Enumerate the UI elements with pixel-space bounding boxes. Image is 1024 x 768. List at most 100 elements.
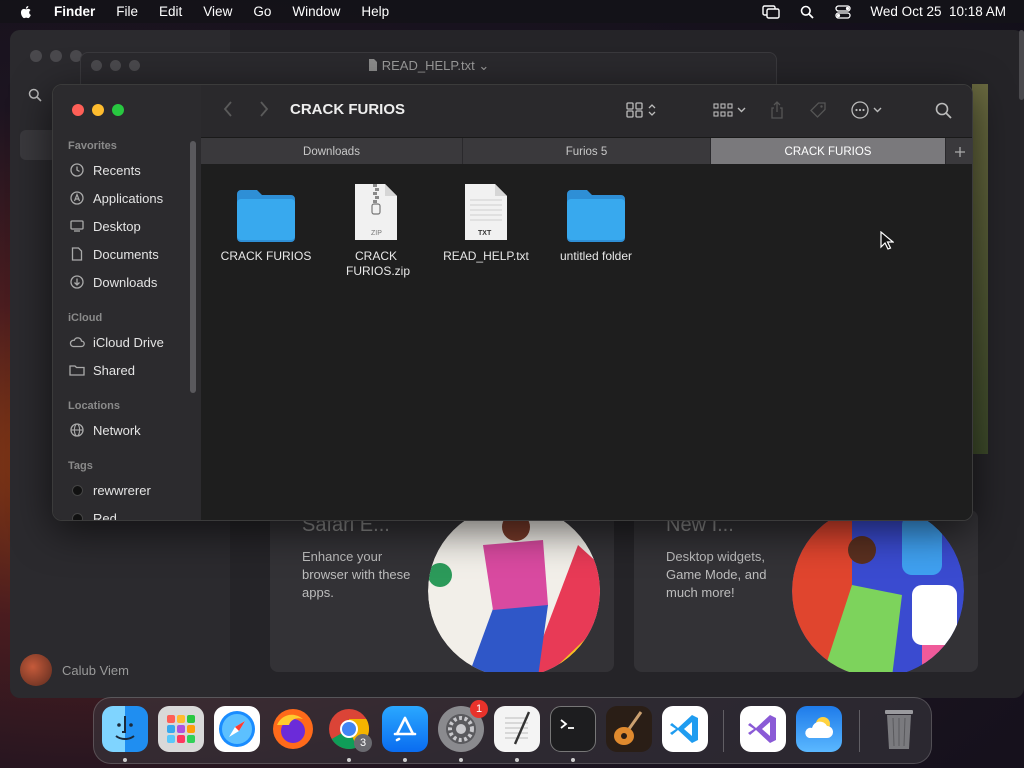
background-search-icon[interactable] bbox=[28, 88, 42, 105]
back-button[interactable] bbox=[223, 101, 233, 122]
menu-go[interactable]: Go bbox=[253, 4, 271, 19]
dock-system-settings[interactable]: 1 bbox=[438, 700, 488, 752]
dock-garageband[interactable] bbox=[606, 706, 652, 752]
search-button[interactable] bbox=[935, 101, 952, 119]
file-item-read-help-txt[interactable]: READ_HELP.txt bbox=[431, 178, 541, 264]
share-button[interactable] bbox=[769, 101, 785, 119]
file-label: CRACK FURIOS.zip bbox=[346, 249, 411, 278]
txt-badge-text: TXT bbox=[478, 230, 492, 237]
menu-view[interactable]: View bbox=[203, 4, 232, 19]
sidebar-item-recents[interactable]: Recents bbox=[69, 162, 141, 178]
sidebar-item-label: iCloud Drive bbox=[93, 334, 164, 350]
dock-finder[interactable] bbox=[102, 706, 148, 752]
view-mode-button[interactable] bbox=[626, 101, 656, 119]
globe-icon bbox=[69, 422, 85, 438]
file-item-untitled-folder[interactable]: untitled folder bbox=[541, 178, 651, 264]
sidebar-item-network[interactable]: Network bbox=[69, 422, 141, 438]
menu-file[interactable]: File bbox=[116, 4, 138, 19]
dock-visual-studio-code[interactable] bbox=[662, 706, 708, 752]
file-item-crack-furios-zip[interactable]: CRACK FURIOS.zip bbox=[321, 178, 431, 279]
file-item-crack-furios-folder[interactable]: CRACK FURIOS bbox=[211, 178, 321, 264]
close-button[interactable] bbox=[72, 104, 84, 116]
sidebar-item-downloads[interactable]: Downloads bbox=[69, 274, 157, 290]
sidebar-tag-red[interactable]: Red bbox=[69, 510, 117, 520]
tag-button[interactable] bbox=[809, 101, 827, 119]
screen-mirroring-icon[interactable] bbox=[762, 4, 781, 19]
finder-icon bbox=[115, 716, 135, 740]
download-icon bbox=[69, 274, 85, 290]
dock-visual-studio[interactable] bbox=[740, 706, 786, 752]
apple-menu-icon[interactable] bbox=[18, 4, 34, 20]
sidebar-item-label: Recents bbox=[93, 162, 141, 178]
tab-crack-furios[interactable]: CRACK FURIOS bbox=[711, 138, 946, 165]
chrome-window-count-badge: 3 bbox=[354, 734, 372, 752]
terminal-icon bbox=[560, 719, 574, 729]
sidebar-item-documents[interactable]: Documents bbox=[69, 246, 159, 262]
running-indicator bbox=[515, 758, 519, 762]
sidebar-item-applications[interactable]: Applications bbox=[69, 190, 163, 206]
sidebar-section-icloud: iCloud bbox=[68, 312, 103, 324]
promo-art-image bbox=[792, 510, 964, 672]
finder-window[interactable]: Favorites Recents Applications Desktop D… bbox=[52, 84, 973, 521]
control-center-icon[interactable] bbox=[834, 4, 852, 19]
zoom-button[interactable] bbox=[112, 104, 124, 116]
spotlight-search-icon[interactable] bbox=[798, 5, 816, 19]
menu-help[interactable]: Help bbox=[361, 4, 389, 19]
minimize-button[interactable] bbox=[92, 104, 104, 116]
sidebar-scrollbar[interactable] bbox=[190, 141, 196, 393]
tab-bar: Downloads Furios 5 CRACK FURIOS bbox=[201, 137, 972, 165]
settings-notification-badge: 1 bbox=[470, 700, 488, 718]
desktop-scrollbar[interactable] bbox=[1019, 30, 1024, 100]
running-indicator bbox=[571, 758, 575, 762]
tab-furios-5[interactable]: Furios 5 bbox=[463, 138, 711, 165]
dock-firefox[interactable] bbox=[270, 706, 316, 752]
sidebar-item-label: Shared bbox=[93, 362, 135, 378]
dock-weather[interactable] bbox=[796, 706, 842, 752]
background-user[interactable]: Calub Viem bbox=[20, 654, 129, 686]
dock-app-store[interactable] bbox=[382, 706, 428, 752]
running-indicator bbox=[347, 758, 351, 762]
sidebar-item-label: Documents bbox=[93, 246, 159, 262]
running-indicator bbox=[459, 758, 463, 762]
group-button[interactable] bbox=[713, 101, 746, 119]
more-icon bbox=[851, 101, 869, 119]
tab-downloads[interactable]: Downloads bbox=[201, 138, 463, 165]
menubar-clock[interactable]: Wed Oct 25 10:18 AM bbox=[870, 4, 1006, 19]
sidebar-tag-rewwrerer[interactable]: rewwrerer bbox=[69, 482, 151, 498]
document-icon bbox=[368, 59, 377, 71]
file-area[interactable]: CRACK FURIOS CRACK FURIOS.zip READ_HELP.… bbox=[201, 164, 972, 520]
dock-terminal[interactable] bbox=[550, 706, 596, 752]
forward-button[interactable] bbox=[259, 101, 269, 122]
menu-edit[interactable]: Edit bbox=[159, 4, 182, 19]
sidebar-item-shared[interactable]: Shared bbox=[69, 362, 135, 378]
shared-folder-icon bbox=[69, 362, 85, 378]
folder-icon bbox=[237, 190, 295, 242]
avatar bbox=[20, 654, 52, 686]
icon-view-icon bbox=[626, 102, 643, 118]
menu-app-name[interactable]: Finder bbox=[54, 4, 95, 19]
dock: 3 1 bbox=[93, 697, 932, 764]
file-label: CRACK FURIOS bbox=[220, 249, 312, 263]
editor-title[interactable]: READ_HELP.txt ⌄ bbox=[81, 58, 776, 74]
cloud-icon bbox=[69, 334, 85, 350]
new-tab-button[interactable] bbox=[946, 138, 972, 165]
dock-textedit[interactable] bbox=[494, 706, 540, 752]
dock-safari[interactable] bbox=[214, 706, 260, 752]
background-window-controls bbox=[30, 50, 82, 62]
dock-chrome[interactable]: 3 bbox=[326, 706, 372, 752]
safari-icon bbox=[219, 711, 255, 747]
action-menu-button[interactable] bbox=[851, 101, 882, 119]
dock-launchpad[interactable] bbox=[158, 706, 204, 752]
sidebar-item-desktop[interactable]: Desktop bbox=[69, 218, 141, 234]
menu-window[interactable]: Window bbox=[292, 4, 340, 19]
vscode-icon bbox=[670, 715, 698, 743]
group-icon bbox=[713, 103, 733, 117]
user-name: Calub Viem bbox=[62, 662, 129, 678]
sidebar-item-icloud-drive[interactable]: iCloud Drive bbox=[69, 334, 164, 350]
running-indicator bbox=[123, 758, 127, 762]
promo-card-safari[interactable]: Safari E... Enhance your browser with th… bbox=[270, 510, 614, 672]
dock-trash[interactable] bbox=[876, 706, 922, 752]
sidebar-item-label: rewwrerer bbox=[93, 482, 151, 498]
trash-icon bbox=[885, 710, 913, 749]
promo-card-new[interactable]: New I... Desktop widgets, Game Mode, and… bbox=[634, 510, 978, 672]
